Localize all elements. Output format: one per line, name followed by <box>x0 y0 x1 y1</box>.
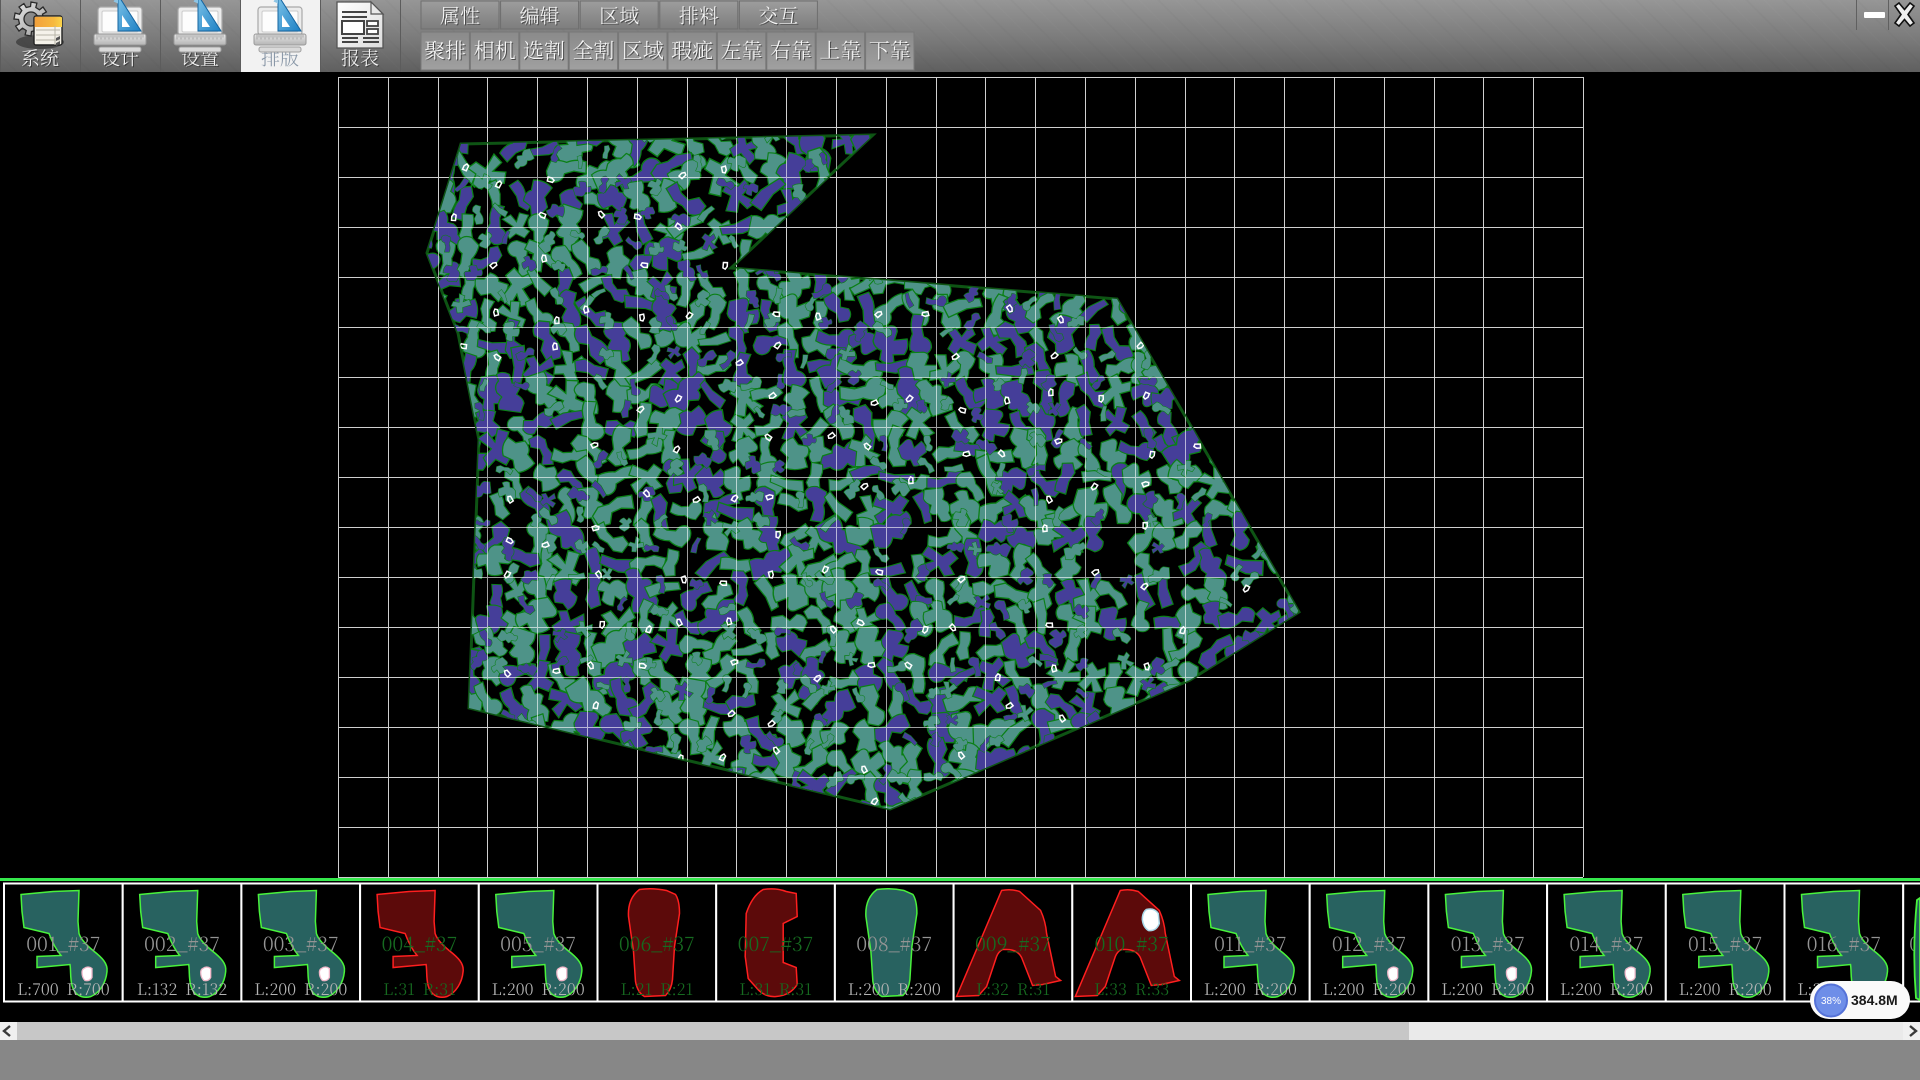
svg-text:38%: 38% <box>1821 996 1841 1007</box>
svg-text:384.8M: 384.8M <box>1851 992 1898 1008</box>
